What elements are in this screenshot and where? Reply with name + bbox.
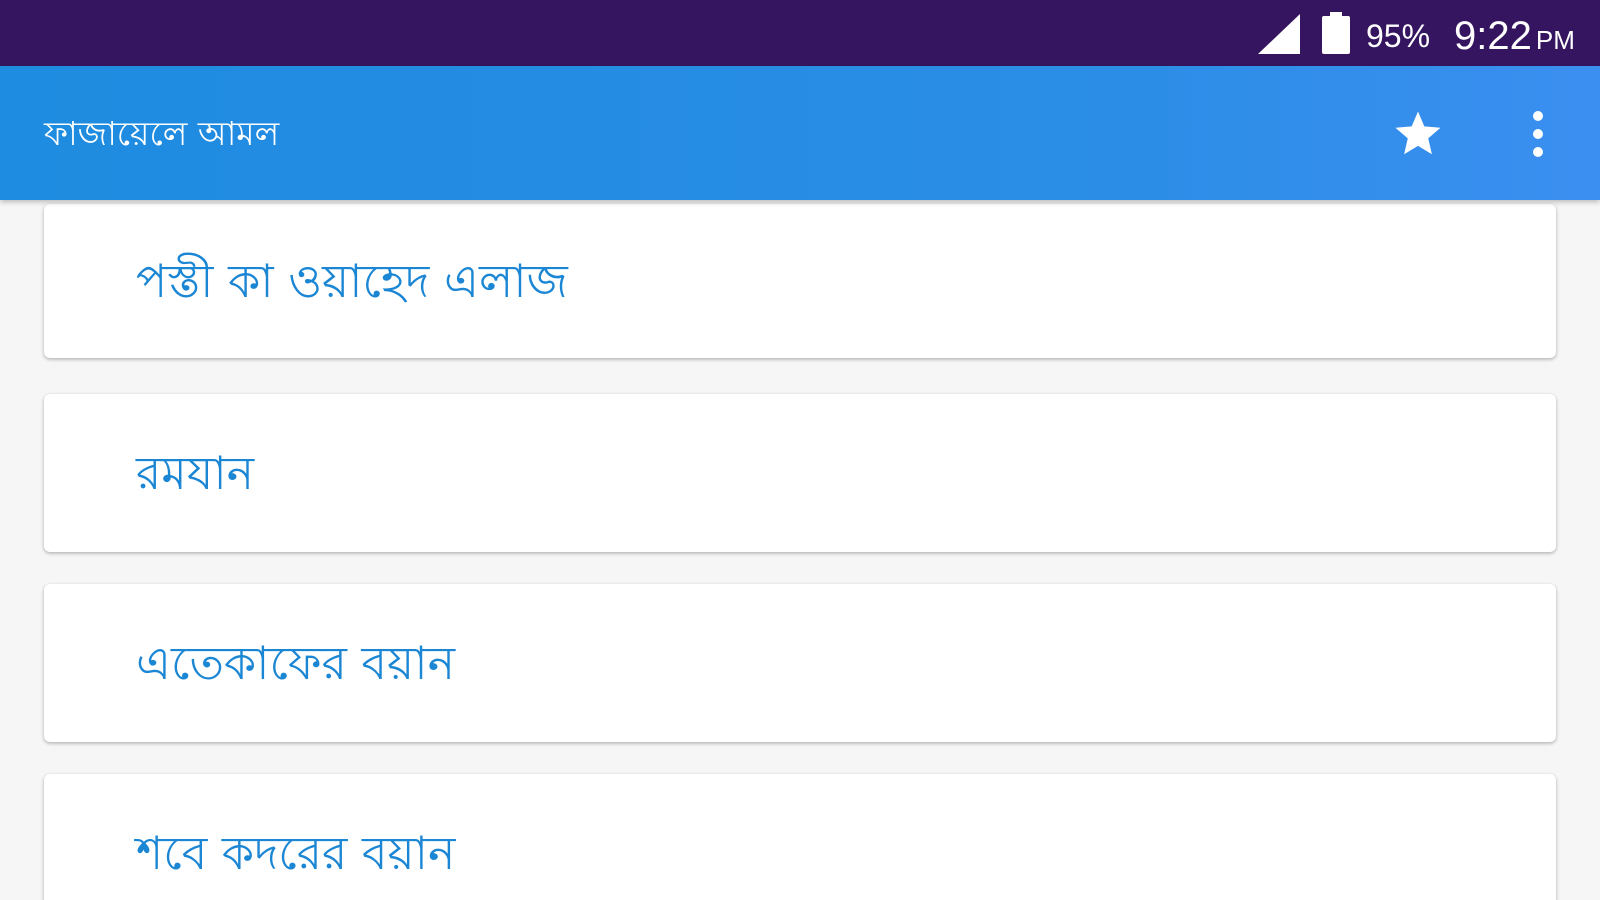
signal-icon bbox=[1258, 14, 1300, 54]
app-title: ফাজায়েলে আমল bbox=[44, 114, 280, 153]
chapter-list: পস্তী কা ওয়াহেদ এলাজ রমযান এতেকাফের বয়… bbox=[0, 200, 1600, 900]
clock-time: 9:22 bbox=[1454, 14, 1532, 58]
list-item-label: পস্তী কা ওয়াহেদ এলাজ bbox=[136, 254, 568, 308]
battery-icon bbox=[1322, 12, 1350, 54]
list-item-label: এতেকাফের বয়ান bbox=[136, 636, 456, 690]
app-bar: ফাজায়েলে আমল bbox=[0, 66, 1600, 200]
list-item[interactable]: রমযান bbox=[44, 394, 1556, 552]
list-item[interactable]: পস্তী কা ওয়াহেদ এলাজ bbox=[44, 204, 1556, 358]
list-item[interactable]: শবে কদরের বয়ান bbox=[44, 774, 1556, 900]
list-item[interactable]: এতেকাফের বয়ান bbox=[44, 584, 1556, 742]
list-item-label: রমযান bbox=[136, 446, 255, 500]
status-bar: 95% 9:22 PM bbox=[0, 0, 1600, 66]
clock: 9:22 PM bbox=[1454, 12, 1575, 64]
list-item-label: শবে কদরের বয়ান bbox=[136, 826, 456, 880]
more-vert-icon bbox=[1533, 111, 1543, 157]
overflow-menu-button[interactable] bbox=[1510, 102, 1566, 166]
favorite-button[interactable] bbox=[1386, 102, 1450, 166]
star-icon bbox=[1395, 111, 1441, 155]
clock-ampm: PM bbox=[1535, 25, 1575, 55]
battery-percentage: 95% bbox=[1366, 18, 1431, 54]
